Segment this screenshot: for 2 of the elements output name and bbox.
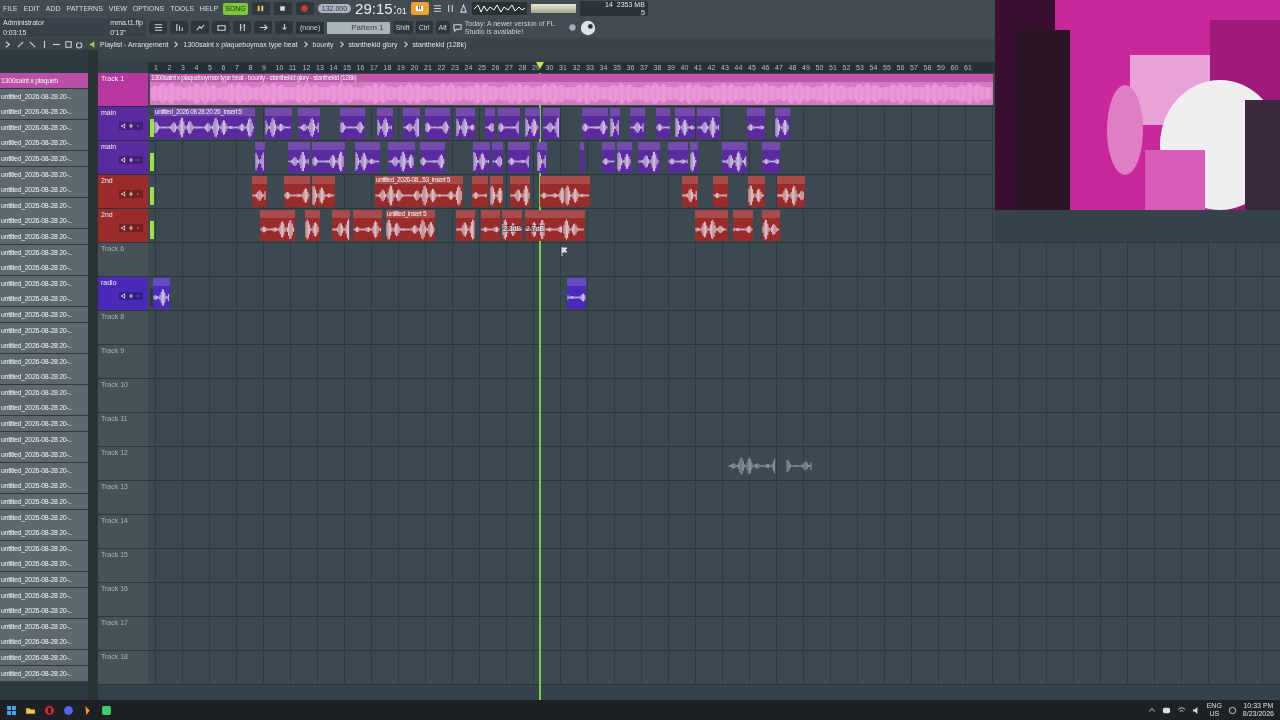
pattern-selector[interactable]: Pattern 1 <box>327 21 390 34</box>
song-time: 29:15:01 <box>355 0 407 17</box>
